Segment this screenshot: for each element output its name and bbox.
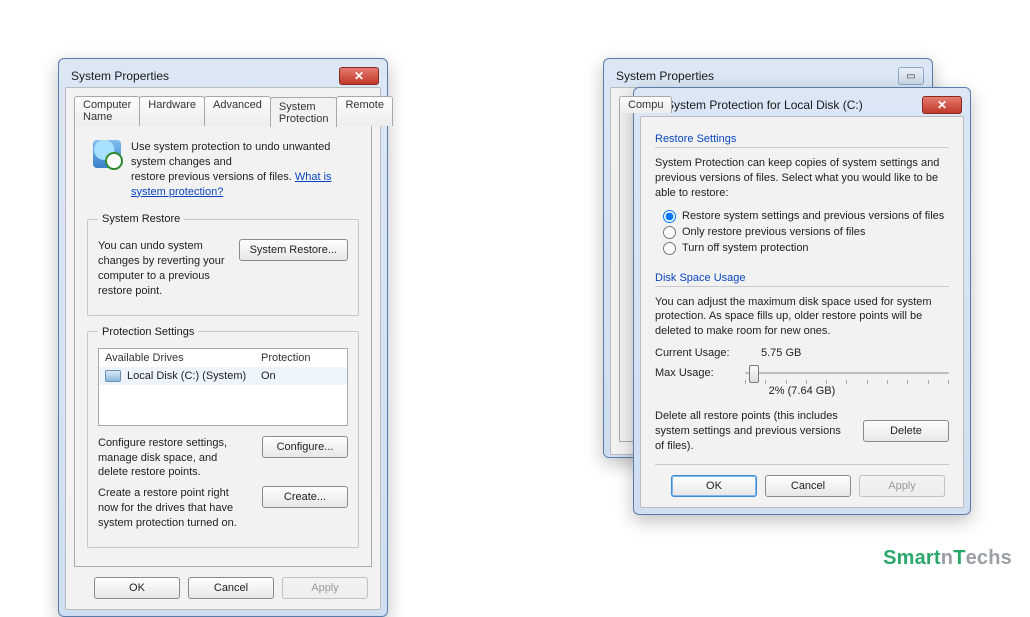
- ok-button[interactable]: OK: [94, 577, 180, 599]
- drives-listbox[interactable]: Available Drives Protection Local Disk (…: [98, 348, 348, 426]
- max-usage-row: Max Usage:: [655, 363, 949, 383]
- tab-hardware[interactable]: Hardware: [139, 96, 205, 126]
- configure-button[interactable]: Configure...: [262, 436, 348, 458]
- titlebar-back[interactable]: System Properties ▭: [610, 65, 926, 87]
- radio-input-1[interactable]: [663, 210, 676, 223]
- system-restore-desc: You can undo system changes by reverting…: [98, 239, 227, 298]
- titlebar[interactable]: System Properties ✕: [65, 65, 381, 87]
- group-protection-settings: Protection Settings Available Drives Pro…: [87, 326, 359, 548]
- radio-label-1: Restore system settings and previous ver…: [682, 210, 944, 222]
- tab-panel-system-protection: Use system protection to undo unwanted s…: [74, 125, 372, 567]
- divider: [655, 286, 949, 287]
- max-usage-slider[interactable]: [745, 363, 949, 383]
- intro-line2: restore previous versions of files.: [131, 171, 295, 183]
- radio-turn-off-protection[interactable]: Turn off system protection: [663, 242, 949, 255]
- shield-restore-icon: [93, 140, 121, 168]
- max-usage-value: 2% (7.64 GB): [655, 385, 949, 397]
- cancel-button[interactable]: Cancel: [765, 475, 851, 497]
- delete-button[interactable]: Delete: [863, 420, 949, 442]
- delete-restore-points-desc: Delete all restore points (this includes…: [655, 409, 851, 454]
- drive-row-c[interactable]: Local Disk (C:) (System) On: [99, 367, 347, 385]
- create-desc: Create a restore point right now for the…: [98, 486, 250, 531]
- tab-computer-name[interactable]: Computer Name: [74, 96, 140, 126]
- radio-label-3: Turn off system protection: [682, 242, 809, 254]
- group-system-restore-legend: System Restore: [98, 213, 184, 225]
- radio-input-3[interactable]: [663, 242, 676, 255]
- ok-button[interactable]: OK: [671, 475, 757, 497]
- brand-watermark: SmartnTechs: [883, 547, 1012, 570]
- window-title-back: System Properties: [616, 69, 714, 83]
- minimize-icon[interactable]: ▭: [898, 67, 924, 85]
- create-button[interactable]: Create...: [262, 486, 348, 508]
- apply-button[interactable]: Apply: [282, 577, 368, 599]
- current-usage-value: 5.75 GB: [761, 347, 801, 359]
- divider: [655, 147, 949, 148]
- system-properties-window: System Properties ✕ Computer Name Hardwa…: [58, 58, 388, 617]
- system-protection-config-dialog: System Protection for Local Disk (C:) ✕ …: [633, 87, 971, 515]
- drive-name: Local Disk (C:) (System): [127, 370, 246, 382]
- drive-icon: [105, 370, 121, 382]
- group-protection-legend: Protection Settings: [98, 326, 198, 338]
- col-available-drives: Available Drives: [105, 352, 261, 364]
- close-icon[interactable]: ✕: [922, 96, 962, 114]
- group-system-restore: System Restore You can undo system chang…: [87, 213, 359, 315]
- tab-remote[interactable]: Remote: [336, 96, 393, 126]
- intro-text: Use system protection to undo unwanted s…: [131, 140, 355, 199]
- col-protection: Protection: [261, 352, 341, 364]
- system-restore-button[interactable]: System Restore...: [239, 239, 348, 261]
- tab-strip: Computer Name Hardware Advanced System P…: [74, 96, 372, 126]
- tab-advanced[interactable]: Advanced: [204, 96, 271, 126]
- tab-system-protection[interactable]: System Protection: [270, 97, 338, 127]
- window-title: System Properties: [71, 69, 169, 83]
- cancel-button[interactable]: Cancel: [188, 577, 274, 599]
- apply-button[interactable]: Apply: [859, 475, 945, 497]
- radio-restore-system-and-files[interactable]: Restore system settings and previous ver…: [663, 210, 949, 223]
- radio-input-2[interactable]: [663, 226, 676, 239]
- radio-restore-files-only[interactable]: Only restore previous versions of files: [663, 226, 949, 239]
- intro-line1: Use system protection to undo unwanted s…: [131, 141, 330, 168]
- section-restore-settings: Restore Settings: [655, 133, 949, 145]
- tab-computer-name-bg[interactable]: Compu: [619, 96, 672, 113]
- dialog-footer: OK Cancel Apply: [74, 567, 372, 601]
- current-usage-label: Current Usage:: [655, 347, 745, 359]
- radio-label-2: Only restore previous versions of files: [682, 226, 865, 238]
- close-icon[interactable]: ✕: [339, 67, 379, 85]
- max-usage-label: Max Usage:: [655, 367, 735, 379]
- disk-usage-desc: You can adjust the maximum disk space us…: [655, 295, 949, 340]
- restore-settings-desc: System Protection can keep copies of sys…: [655, 156, 949, 201]
- configure-desc: Configure restore settings, manage disk …: [98, 436, 250, 481]
- section-disk-space: Disk Space Usage: [655, 272, 949, 284]
- drive-protection-status: On: [261, 370, 341, 382]
